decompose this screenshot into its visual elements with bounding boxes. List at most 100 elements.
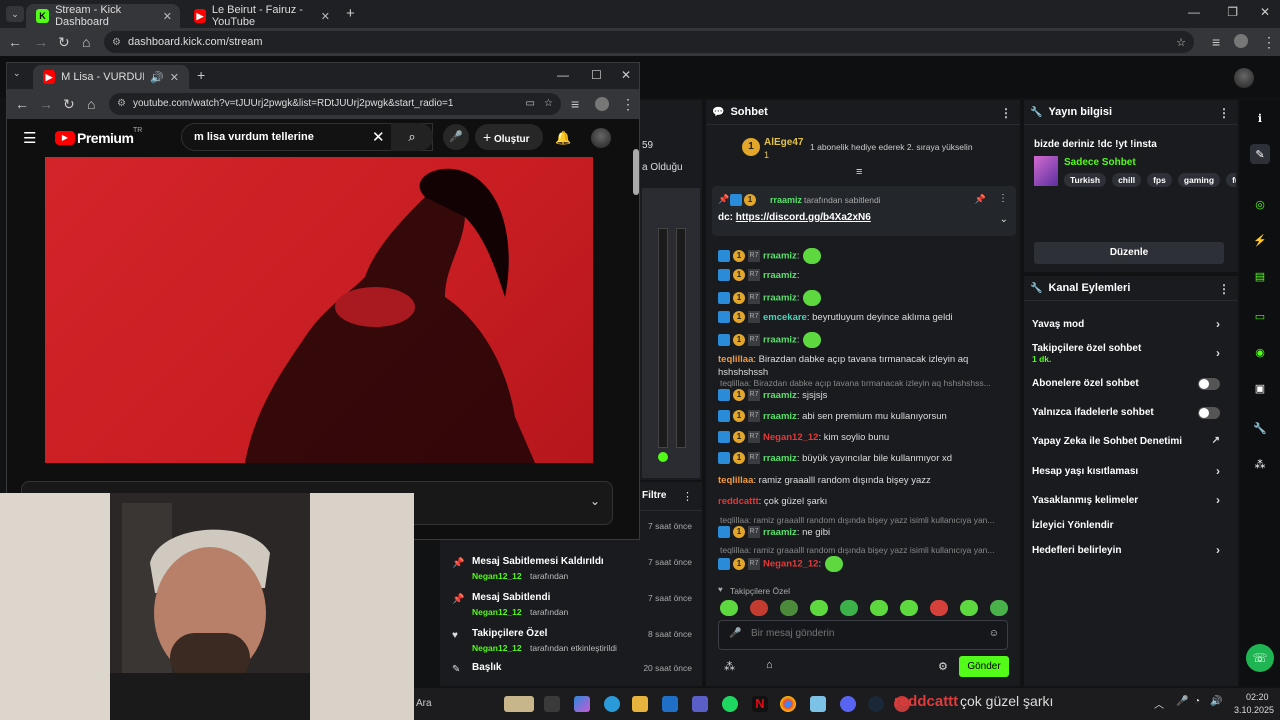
send-button[interactable]: Gönder (959, 656, 1009, 677)
emotes-only-toggle[interactable] (1198, 407, 1220, 419)
top-gifter-name[interactable]: AlEge47 (764, 137, 803, 148)
users-icon[interactable]: ▣ (1250, 378, 1270, 398)
outlook-icon[interactable] (662, 696, 678, 712)
emote-icon[interactable] (750, 600, 768, 616)
chat-username[interactable]: teqlillaa (718, 354, 753, 365)
subscribers-only-row[interactable]: Abonelere özel sohbet (1032, 378, 1230, 390)
spotify-icon[interactable] (722, 696, 738, 712)
close-window-button[interactable]: ✕ (621, 68, 631, 82)
emote-icon[interactable] (960, 600, 978, 616)
channel-actions-menu-icon[interactable]: ⋮ (1218, 282, 1230, 296)
collapse-icon[interactable]: ≡ (856, 166, 862, 178)
maximize-button[interactable]: ☐ (591, 68, 602, 82)
chrome-icon[interactable] (780, 696, 796, 712)
chat-menu-icon[interactable]: ⋮ (1000, 106, 1012, 120)
reply-preview[interactable]: teqlillaa: ramiz graaalll random dışında… (720, 515, 1010, 525)
clock-time[interactable]: 02:20 (1246, 692, 1269, 702)
emote-icon[interactable] (990, 600, 1008, 616)
store-icon[interactable]: ⌂ (766, 659, 773, 671)
tag-chip[interactable]: Turkish (1064, 173, 1107, 187)
tab-list-button[interactable]: ⌄ (6, 6, 24, 22)
search-input[interactable]: m lisa vurdum tellerine (194, 131, 314, 143)
edge-icon[interactable] (604, 696, 620, 712)
chat-username[interactable]: rraamiz (763, 251, 797, 262)
reply-preview[interactable]: teqlillaa: Birazdan dabke açıp tavana tı… (720, 378, 1010, 388)
clear-icon[interactable]: ✕ (372, 128, 385, 146)
ai-moderation-row[interactable]: Yapay Zeka ile Sohbet Denetimi ↗ (1032, 435, 1230, 447)
avatar[interactable] (1234, 68, 1254, 88)
steam-icon[interactable] (868, 696, 884, 712)
account-age-row[interactable]: Hesap yaşı kısıtlaması › (1032, 464, 1230, 478)
chat-username[interactable]: rraamiz (763, 270, 797, 281)
chat-settings-icon[interactable]: ⚙ (938, 660, 948, 673)
close-icon[interactable]: ✕ (321, 10, 330, 23)
tab-youtube-video[interactable]: ▶ M Lisa - VURDUM TELLERİN 🔊 ✕ (33, 65, 189, 89)
microphone-icon[interactable]: 🎤 (1176, 696, 1188, 707)
document-icon[interactable]: ▤ (1250, 266, 1270, 286)
discord-icon[interactable] (840, 696, 856, 712)
emotes-only-row[interactable]: Yalnızca ifadelerle sohbet (1032, 407, 1230, 419)
chat-bubble-icon[interactable]: ▭ (1250, 306, 1270, 326)
site-info-icon[interactable]: ⚙ (112, 37, 121, 48)
chat-username[interactable]: teqlillaa (718, 475, 753, 486)
emote-icon[interactable] (720, 600, 738, 616)
tag-chip[interactable]: chill (1112, 173, 1142, 187)
emote-icon[interactable] (780, 600, 798, 616)
profile-avatar[interactable] (1234, 34, 1248, 48)
chat-username[interactable]: rraamiz (763, 335, 797, 346)
close-icon[interactable]: ✕ (163, 10, 172, 23)
expand-icon[interactable]: ⌄ (1000, 214, 1008, 225)
file-explorer-icon[interactable] (632, 696, 648, 712)
broadcast-icon[interactable]: ◉ (1250, 342, 1270, 362)
install-icon[interactable]: ▭ (526, 93, 535, 115)
more-tools-icon[interactable]: ⁂ (1250, 454, 1270, 474)
task-view-icon[interactable] (544, 696, 560, 712)
chat-username[interactable]: rraamiz (763, 293, 797, 304)
slow-mode-row[interactable]: Yavaş mod › (1032, 317, 1230, 331)
lightning-icon[interactable]: ⚡ (1250, 230, 1270, 250)
media-control-icon[interactable]: ≡ (1212, 34, 1220, 50)
banned-words-row[interactable]: Yasaklanmış kelimeler › (1032, 493, 1230, 507)
youtube-logo-text[interactable]: Premium (77, 130, 134, 146)
avatar[interactable] (591, 128, 611, 148)
tab-youtube[interactable]: ▶ Le Beirut - Fairuz - YouTube ✕ (184, 4, 338, 28)
chat-username[interactable]: Negan12_12 (763, 559, 818, 570)
reply-preview[interactable]: teqlillaa: ramiz graaalll random dışında… (720, 545, 1010, 555)
emote-icon[interactable] (930, 600, 948, 616)
wifi-icon[interactable]: ◔ (1194, 696, 1200, 707)
feed-menu-icon[interactable]: ⋮ (682, 490, 693, 503)
chat-username[interactable]: reddcattt (718, 496, 759, 507)
browser-menu-icon[interactable]: ⋮ (621, 96, 635, 113)
chat-username[interactable]: Negan12_12 (763, 432, 818, 443)
goals-row[interactable]: Hedefleri belirleyin › (1032, 543, 1230, 557)
bookmark-star-icon[interactable]: ☆ (1176, 36, 1186, 49)
forward-icon[interactable]: → (39, 96, 53, 112)
new-tab-button[interactable]: + (346, 5, 355, 22)
url-field[interactable]: ⚙ dashboard.kick.com/stream ☆ (104, 31, 1194, 53)
emote-icon[interactable] (900, 600, 918, 616)
chat-input-box[interactable]: 🎤 ☺ (718, 620, 1008, 650)
audio-playing-icon[interactable]: 🔊 (150, 71, 164, 84)
minimize-button[interactable]: — (557, 68, 569, 82)
site-info-icon[interactable]: ⚙ (117, 93, 126, 115)
followers-only-row[interactable]: Takipçilere özel sohbet 1 dk. › (1032, 343, 1230, 365)
chat-username[interactable]: emcekare (763, 312, 807, 323)
home-icon[interactable]: ⌂ (82, 34, 90, 50)
info-icon[interactable]: ℹ (1250, 108, 1270, 128)
volume-icon[interactable]: 🔊 (1210, 696, 1222, 707)
pinned-by[interactable]: rraamiz (770, 195, 802, 205)
reload-icon[interactable]: ↻ (63, 96, 75, 113)
discord-link[interactable]: https://discord.gg/b4Xa2xN6 (736, 212, 871, 223)
support-button[interactable]: ☏ (1246, 644, 1274, 672)
wrench-icon[interactable]: 🔧 (1250, 418, 1270, 438)
profile-avatar[interactable] (595, 97, 609, 111)
voice-search-button[interactable]: 🎤 (443, 124, 469, 150)
tag-chip[interactable]: fps (1147, 173, 1172, 187)
clock-date[interactable]: 3.10.2025 (1234, 705, 1274, 715)
tag-chip[interactable]: fu (1226, 173, 1236, 187)
taskbar-search[interactable]: Ara (416, 698, 432, 709)
tab-kick-dashboard[interactable]: K Stream - Kick Dashboard ✕ (26, 4, 180, 28)
pinned-menu-icon[interactable]: ⋮ (998, 193, 1008, 204)
netflix-icon[interactable]: N (752, 696, 768, 712)
chat-username[interactable]: rraamiz (763, 527, 797, 538)
